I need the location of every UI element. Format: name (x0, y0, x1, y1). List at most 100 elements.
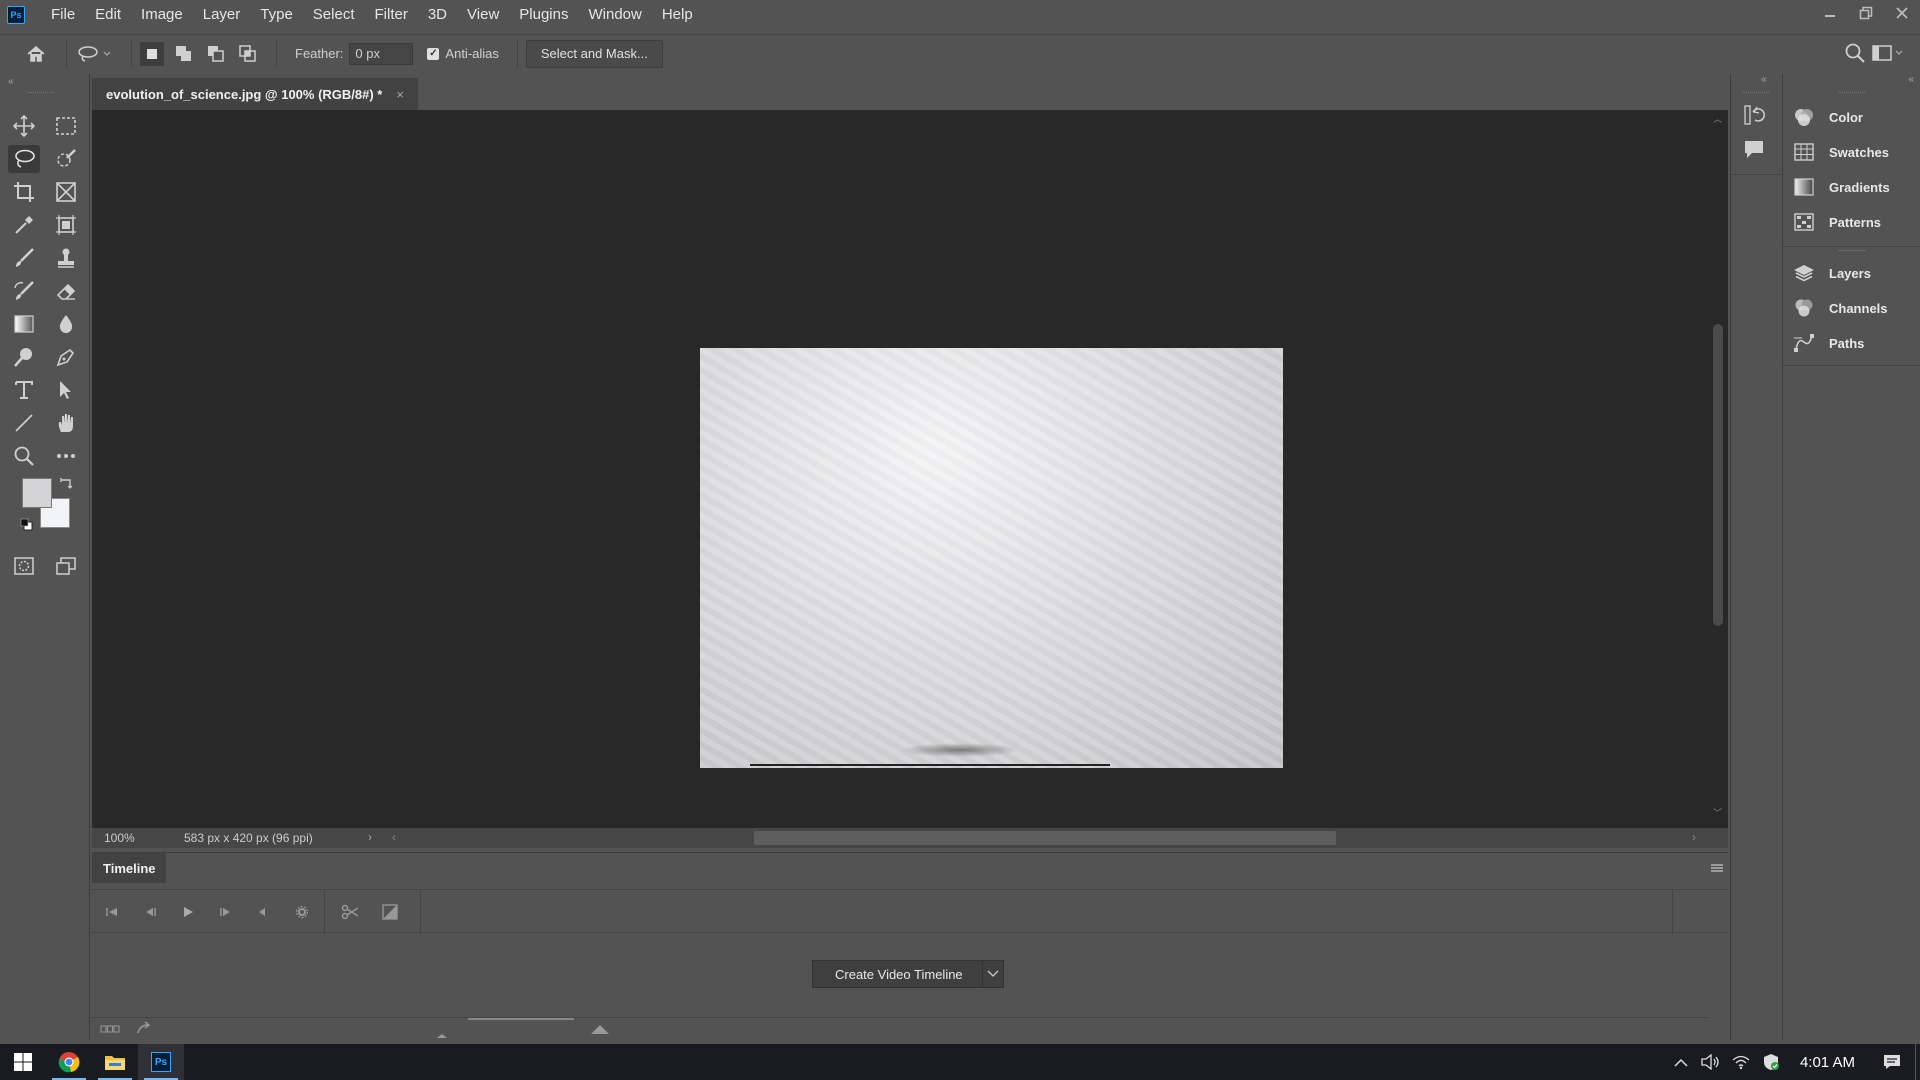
menu-plugins[interactable]: Plugins (509, 0, 578, 30)
document-image[interactable] (700, 348, 1283, 768)
more-tools-icon[interactable] (50, 442, 82, 470)
path-selection-icon[interactable] (50, 376, 82, 404)
windows-start-icon[interactable] (0, 1044, 46, 1080)
anti-alias-checkbox[interactable]: ✓ Anti-alias (427, 46, 499, 61)
menu-3d[interactable]: 3D (418, 0, 457, 30)
pen-tool-icon[interactable] (50, 343, 82, 371)
history-panel-icon[interactable] (1743, 104, 1765, 129)
swap-colors-icon[interactable] (59, 476, 74, 493)
panel-grip[interactable] (28, 92, 54, 95)
close-window-icon[interactable] (1884, 0, 1920, 26)
select-and-mask-button[interactable]: Select and Mask... (525, 39, 663, 68)
patterns-panel-tab[interactable]: Patterns (1783, 206, 1920, 238)
chrome-icon[interactable] (46, 1044, 92, 1080)
menu-view[interactable]: View (457, 0, 509, 30)
panel-grip[interactable] (1743, 92, 1769, 95)
scroll-left-icon[interactable]: ‹ (392, 830, 396, 844)
close-tab-icon[interactable]: × (396, 87, 404, 102)
chevron-down-icon[interactable] (982, 960, 1004, 988)
scroll-right-icon[interactable]: › (1692, 830, 1696, 844)
menu-layer[interactable]: Layer (193, 0, 251, 30)
menu-edit[interactable]: Edit (85, 0, 131, 30)
panel-grip[interactable] (1839, 250, 1865, 253)
new-selection-icon[interactable] (140, 41, 164, 66)
gradients-panel-tab[interactable]: Gradients (1783, 171, 1920, 203)
panel-menu-icon[interactable] (1710, 861, 1724, 877)
create-video-timeline-button[interactable]: Create Video Timeline (812, 960, 986, 988)
horizontal-scroll-thumb[interactable] (754, 831, 1336, 845)
object-selection-icon[interactable] (50, 211, 82, 239)
zoom-out-timeline-icon[interactable] (436, 1026, 448, 1042)
show-hidden-icons-icon[interactable] (1666, 1057, 1696, 1067)
quick-selection-icon[interactable] (50, 145, 82, 173)
security-shield-icon[interactable] (1756, 1053, 1786, 1071)
home-icon[interactable] (22, 42, 50, 66)
collapse-panel-icon[interactable]: « (1761, 74, 1767, 85)
screen-mode-icon[interactable] (50, 552, 82, 580)
timeline-zoom-slider[interactable] (468, 1018, 574, 1020)
photoshop-logo[interactable]: Ps (7, 6, 25, 24)
status-menu-arrow-icon[interactable]: › (368, 830, 372, 844)
restore-icon[interactable] (1848, 0, 1884, 26)
swatches-panel-tab[interactable]: Swatches (1783, 136, 1920, 168)
blur-tool-icon[interactable] (50, 310, 82, 338)
go-to-first-frame-icon[interactable] (102, 902, 122, 922)
notifications-icon[interactable] (1877, 1054, 1907, 1070)
vertical-scroll-thumb[interactable] (1713, 324, 1723, 626)
default-colors-icon[interactable] (20, 518, 34, 535)
history-brush-icon[interactable] (8, 277, 40, 305)
scroll-up-icon[interactable]: ︿ (1713, 112, 1722, 125)
lasso-tool-icon[interactable] (8, 145, 40, 173)
subtract-from-selection-icon[interactable] (204, 42, 228, 66)
scroll-down-icon[interactable]: ﹀ (1713, 806, 1722, 819)
frame-animation-icon[interactable] (100, 1022, 120, 1038)
menu-image[interactable]: Image (131, 0, 193, 30)
settings-gear-icon[interactable] (292, 902, 312, 922)
menu-select[interactable]: Select (303, 0, 365, 30)
comments-panel-icon[interactable] (1743, 138, 1765, 163)
collapse-panel-icon[interactable]: « (8, 76, 14, 87)
layers-panel-tab[interactable]: Layers (1783, 257, 1920, 289)
move-tool-icon[interactable] (8, 112, 40, 140)
minimize-icon[interactable] (1812, 0, 1848, 26)
eraser-icon[interactable] (50, 277, 82, 305)
split-scissors-icon[interactable] (340, 902, 360, 922)
add-to-selection-icon[interactable] (172, 42, 196, 66)
color-panel-tab[interactable]: Color (1783, 101, 1920, 133)
clone-stamp-icon[interactable] (50, 244, 82, 272)
transition-icon[interactable] (380, 902, 400, 922)
zoom-tool-icon[interactable] (8, 442, 40, 470)
system-clock[interactable]: 4:01 AM (1800, 1054, 1855, 1071)
workspace-switcher-icon[interactable] (1872, 44, 1904, 65)
expand-panel-icon[interactable]: « (1908, 74, 1914, 85)
hand-tool-icon[interactable] (50, 409, 82, 437)
menu-file[interactable]: File (41, 0, 85, 30)
wifi-icon[interactable] (1726, 1054, 1756, 1070)
intersect-selection-icon[interactable] (236, 42, 260, 66)
zoom-in-timeline-icon[interactable] (590, 1022, 610, 1038)
feather-input[interactable]: 0 px (349, 42, 414, 65)
document-tab[interactable]: evolution_of_science.jpg @ 100% (RGB/8#)… (92, 78, 418, 110)
canvas-area[interactable] (92, 110, 1708, 828)
menu-filter[interactable]: Filter (365, 0, 418, 30)
frame-tool-icon[interactable] (50, 178, 82, 206)
line-tool-icon[interactable] (8, 409, 40, 437)
next-frame-icon[interactable] (216, 902, 236, 922)
type-tool-icon[interactable] (8, 376, 40, 404)
render-video-icon[interactable] (136, 1021, 152, 1038)
file-explorer-icon[interactable] (92, 1044, 138, 1080)
menu-help[interactable]: Help (652, 0, 703, 30)
dodge-tool-icon[interactable] (8, 343, 40, 371)
crop-tool-icon[interactable] (8, 178, 40, 206)
show-desktop-button[interactable] (1915, 1044, 1920, 1080)
volume-icon[interactable] (1696, 1054, 1726, 1070)
search-icon[interactable] (1844, 42, 1866, 67)
brush-tool-icon[interactable] (8, 244, 40, 272)
foreground-color-swatch-top[interactable] (22, 478, 52, 508)
timeline-tab[interactable]: Timeline (92, 853, 166, 883)
audio-icon[interactable] (252, 902, 272, 922)
menu-window[interactable]: Window (578, 0, 651, 30)
channels-panel-tab[interactable]: Channels (1783, 292, 1920, 324)
previous-frame-icon[interactable] (140, 902, 160, 922)
eyedropper-icon[interactable] (8, 211, 40, 239)
